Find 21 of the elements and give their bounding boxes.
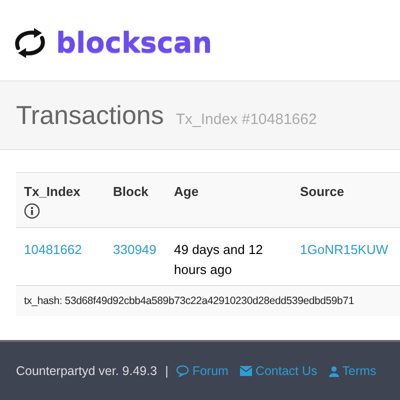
column-header: Tx_Index bbox=[24, 184, 82, 199]
table-link[interactable]: 330949 bbox=[113, 242, 156, 257]
column-header: Block bbox=[113, 184, 150, 199]
page-subtitle: Tx_Index #10481662 bbox=[176, 111, 317, 128]
column-header: Age bbox=[174, 184, 200, 199]
footer-link[interactable]: Forum bbox=[176, 364, 228, 378]
tx-hash-text: tx_hash: 53d68f49d92cbb4a589b73c22a42910230d28edd539edbd59b71 bbox=[24, 295, 354, 307]
table-cell: 49 days and 12 hours ago bbox=[174, 242, 263, 277]
page-title: Transactions bbox=[16, 100, 164, 131]
logo-wordmark[interactable]: blockscan bbox=[56, 26, 212, 58]
separator: | bbox=[165, 364, 168, 378]
version-text: Counterpartyd ver. 9.49.3 bbox=[16, 364, 158, 378]
envelope-icon bbox=[240, 366, 252, 376]
column-header: Source bbox=[300, 184, 346, 199]
speech-bubble-icon bbox=[176, 365, 190, 377]
footer-link[interactable]: Contact Us bbox=[240, 364, 318, 378]
info-icon[interactable] bbox=[24, 203, 40, 219]
footer-link[interactable]: Terms bbox=[329, 364, 376, 378]
logo-icon bbox=[12, 28, 48, 58]
user-icon bbox=[329, 366, 340, 376]
table-link[interactable]: 10481662 bbox=[24, 242, 82, 257]
